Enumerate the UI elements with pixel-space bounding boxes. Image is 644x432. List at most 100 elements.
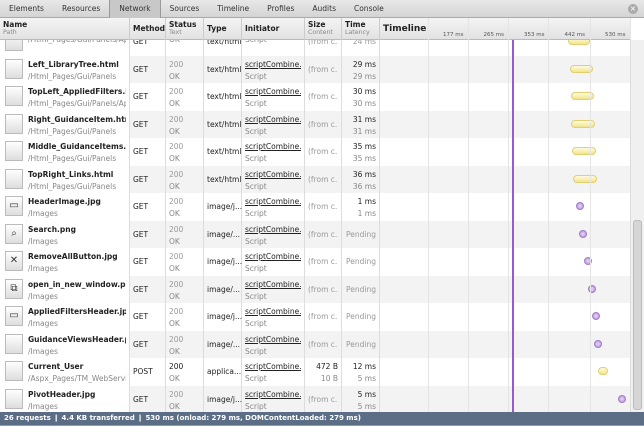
column-time[interactable]: Time Latency bbox=[342, 18, 380, 40]
name-cell[interactable]: PivotHeader.jpg/Images bbox=[0, 385, 130, 412]
remove-icon: ✕ bbox=[5, 251, 23, 271]
initiator-link[interactable]: scriptCombine... bbox=[245, 142, 301, 151]
name-cell[interactable]: TopLeft_AppliedFilters.html/Html_Pages/G… bbox=[0, 83, 130, 111]
document-icon bbox=[5, 113, 23, 134]
method-cell: GET bbox=[130, 40, 166, 56]
table-row[interactable]: ⌕ Search.png/Images GET 200 OK image/... s… bbox=[0, 220, 630, 248]
timeline-cell bbox=[380, 220, 630, 248]
column-type[interactable]: Type bbox=[204, 18, 242, 40]
timeline-cell bbox=[380, 193, 630, 221]
table-row[interactable]: Left_LibraryTree.html/Html_Pages/Gui/Pan… bbox=[0, 55, 630, 83]
method-cell: POST bbox=[130, 358, 166, 386]
time-cell: Pending bbox=[342, 248, 380, 276]
tab-elements[interactable]: Elements bbox=[0, 0, 53, 18]
initiator-link[interactable]: scriptCombine... bbox=[245, 362, 301, 371]
table-row[interactable]: Current_User/Aspx_Pages/TM_WebService PO… bbox=[0, 358, 630, 386]
name-cell[interactable]: Middle_GuidanceItems.html/Html_Pages/Gui… bbox=[0, 138, 130, 166]
initiator-link[interactable]: scriptCombine... bbox=[245, 335, 301, 344]
timeline-gridline bbox=[508, 18, 509, 412]
status-cell: 200 OK bbox=[166, 330, 204, 358]
timeline-gridline bbox=[590, 18, 591, 412]
name-cell[interactable]: ▭ AppliedFiltersHeader.jpg/Images bbox=[0, 303, 130, 331]
column-initiator[interactable]: Initiator bbox=[242, 18, 305, 40]
column-status[interactable]: Status Text bbox=[166, 18, 204, 40]
network-summary: 26 requests ❙ 4.4 KB transferred ❙ 530 m… bbox=[0, 412, 644, 425]
document-icon bbox=[5, 58, 23, 79]
initiator-cell: scriptCombine... Script bbox=[242, 83, 305, 111]
table-row[interactable]: Middle_GuidanceItems.html/Html_Pages/Gui… bbox=[0, 138, 630, 166]
initiator-link[interactable]: scriptCombine... bbox=[245, 307, 301, 316]
timeline-gridline bbox=[428, 18, 429, 412]
initiator-link[interactable]: scriptCombine... bbox=[245, 115, 301, 124]
initiator-link[interactable]: scriptCombine... bbox=[245, 60, 301, 69]
initiator-cell: scriptCombine... Script bbox=[242, 165, 305, 193]
initiator-link[interactable]: scriptCombine... bbox=[245, 197, 301, 206]
name-cell[interactable]: GuidanceViewsHeader.png/Images bbox=[0, 330, 130, 358]
table-row[interactable]: PivotHeader.jpg/Images GET 200 OK image/j… bbox=[0, 385, 630, 412]
initiator-link[interactable]: scriptCombine... bbox=[245, 280, 301, 289]
method-cell: GET bbox=[130, 193, 166, 221]
timeline-tick-label: 177 ms bbox=[443, 32, 464, 38]
name-cell[interactable]: ⌕ Search.png/Images bbox=[0, 220, 130, 248]
table-row[interactable]: GuidanceViewsHeader.png/Images GET 200OK… bbox=[0, 330, 630, 358]
timeline-cell bbox=[380, 358, 630, 386]
name-cell[interactable]: Right_GuidanceItem.html/Html_Pages/Gui/P… bbox=[0, 110, 130, 138]
initiator-link[interactable]: scriptCombine... bbox=[245, 390, 301, 399]
tab-resources[interactable]: Resources bbox=[53, 0, 109, 18]
column-method[interactable]: Method bbox=[130, 18, 166, 40]
table-row[interactable]: ▭ AppliedFiltersHeader.jpg/Images GET 200… bbox=[0, 303, 630, 331]
status-cell: 200 OK bbox=[166, 385, 204, 412]
initiator-link[interactable]: scriptCombine... bbox=[245, 225, 301, 234]
scrollbar[interactable] bbox=[630, 40, 644, 412]
initiator-link[interactable]: scriptCombine... bbox=[245, 87, 301, 96]
initiator-link[interactable]: scriptCombine... bbox=[245, 252, 301, 261]
time-cell: Pending bbox=[342, 220, 380, 248]
method-cell: GET bbox=[130, 83, 166, 111]
name-cell[interactable]: ✕ RemoveAllButton.jpg/Images bbox=[0, 248, 130, 276]
tab-profiles[interactable]: Profiles bbox=[258, 0, 303, 18]
tab-timeline[interactable]: Timeline bbox=[208, 0, 258, 18]
method-cell: GET bbox=[130, 220, 166, 248]
name-cell[interactable]: ▭ HeaderImage.jpg/Images bbox=[0, 193, 130, 221]
name-cell[interactable]: Left_LibraryTree.html/Html_Pages/Gui/Pan… bbox=[0, 55, 130, 83]
time-cell: Pending bbox=[342, 303, 380, 331]
name-cell[interactable]: TopRight_Links.html/Html_Pages/Gui/Panel… bbox=[0, 165, 130, 193]
search-icon: ⌕ bbox=[5, 223, 23, 244]
timeline-cell bbox=[380, 385, 630, 412]
table-row[interactable]: ▭ HeaderImage.jpg/Images GET 200 OK image/… bbox=[0, 193, 630, 221]
column-name[interactable]: Name Path bbox=[0, 18, 130, 40]
table-row[interactable]: TopLeft_AppliedFilters.html/Html_Pages/G… bbox=[0, 83, 630, 111]
tab-console[interactable]: Console bbox=[345, 0, 393, 18]
close-icon[interactable]: × bbox=[628, 4, 638, 14]
table-row[interactable]: /Html_Pages/Gui/Panels/App GET OK text/h… bbox=[0, 40, 630, 56]
column-timeline[interactable]: Timeline bbox=[380, 18, 428, 40]
name-cell[interactable]: Current_User/Aspx_Pages/TM_WebService bbox=[0, 358, 130, 386]
status-cell: 200 OK bbox=[166, 248, 204, 276]
tab-sources[interactable]: Sources bbox=[161, 0, 209, 18]
type-cell: image/... bbox=[204, 275, 242, 303]
name-cell[interactable]: ⧉ open_in_new_window.png/Images bbox=[0, 275, 130, 303]
size-cell: (from c... bbox=[305, 40, 342, 56]
timeline-bar bbox=[572, 174, 597, 183]
tab-network[interactable]: Network bbox=[109, 0, 161, 18]
table-row[interactable]: TopRight_Links.html/Html_Pages/Gui/Panel… bbox=[0, 165, 630, 193]
column-size[interactable]: Size Content bbox=[305, 18, 342, 40]
status-cell: 200 OK bbox=[166, 220, 204, 248]
size-cell: (from c... bbox=[305, 193, 342, 221]
initiator-cell: scriptCombine... Script bbox=[242, 385, 305, 412]
table-row[interactable]: Right_GuidanceItem.html/Html_Pages/Gui/P… bbox=[0, 110, 630, 138]
table-row[interactable]: ✕ RemoveAllButton.jpg/Images GET 200 OK im… bbox=[0, 248, 630, 276]
timeline-dot bbox=[617, 394, 626, 403]
name-cell[interactable]: /Html_Pages/Gui/Panels/App bbox=[0, 40, 130, 56]
timeline-cell bbox=[380, 55, 630, 83]
size-cell: (from c... bbox=[305, 385, 342, 412]
table-row[interactable]: ⧉ open_in_new_window.png/Images GET 200 OK… bbox=[0, 275, 630, 303]
initiator-cell: scriptCombine... Script bbox=[242, 55, 305, 83]
devtools-tabbar: Elements Resources Network Sources Timeline P… bbox=[0, 0, 644, 18]
tab-audits[interactable]: Audits bbox=[303, 0, 345, 18]
size-cell: (from c... bbox=[305, 248, 342, 276]
timeline-dot bbox=[579, 229, 588, 238]
initiator-link[interactable]: scriptCombine... bbox=[245, 170, 301, 179]
method-cell: GET bbox=[130, 138, 166, 166]
scrollbar-thumb[interactable] bbox=[633, 220, 642, 410]
